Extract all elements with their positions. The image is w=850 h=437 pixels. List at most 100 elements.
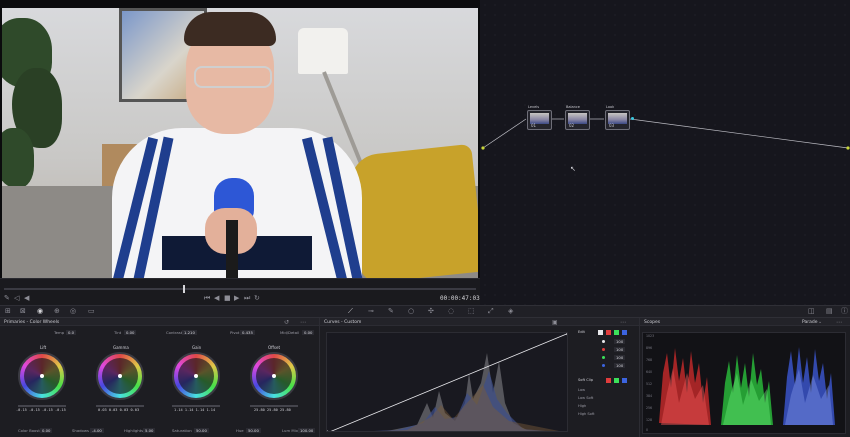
color-match-icon[interactable]: ⊠ bbox=[20, 308, 26, 315]
video-viewer[interactable] bbox=[0, 0, 480, 278]
node-output-port[interactable] bbox=[631, 117, 634, 120]
gain-values[interactable]: 1.14 1.14 1.14 1.14 bbox=[174, 408, 215, 412]
highlights-value[interactable]: 5.00 bbox=[143, 428, 156, 433]
rgb-mixer-icon[interactable]: ⊕ bbox=[54, 308, 60, 315]
wheel-center-handle[interactable] bbox=[194, 374, 198, 378]
parade-scope: 1023 896 768 640 512 384 256 128 0 bbox=[642, 332, 846, 434]
node-number: 01 bbox=[531, 123, 537, 128]
tracker-icon[interactable]: ✣ bbox=[428, 308, 434, 315]
tint-value[interactable]: 0.00 bbox=[124, 330, 137, 335]
go-to-end-icon[interactable]: ⏭ bbox=[244, 295, 250, 302]
saturation-value[interactable]: 50.00 bbox=[194, 428, 209, 433]
3d-icon[interactable]: ◈ bbox=[508, 308, 513, 315]
play-icon[interactable]: ▶ bbox=[234, 295, 239, 302]
lift-wheel[interactable] bbox=[18, 352, 66, 400]
playhead[interactable] bbox=[183, 285, 186, 293]
offset-wheel[interactable] bbox=[250, 352, 298, 400]
hue-value[interactable]: 50.00 bbox=[246, 428, 261, 433]
soft-clip-blue-swatch[interactable] bbox=[622, 378, 627, 383]
node-editor[interactable]: Levels 01 Balance 02 Look 03 ↖ bbox=[480, 0, 850, 305]
blur-icon[interactable]: ◌ bbox=[448, 308, 454, 315]
pen-icon[interactable]: ✎ bbox=[4, 295, 10, 302]
y-channel-value[interactable]: 100 bbox=[614, 339, 626, 344]
green-channel-swatch[interactable] bbox=[614, 330, 619, 335]
hue-label: Hue bbox=[236, 428, 244, 433]
contrast-value[interactable]: 1.210 bbox=[182, 330, 197, 335]
gain-master-slider[interactable] bbox=[172, 405, 220, 407]
scope-mode-select[interactable]: Parade bbox=[802, 320, 818, 325]
pivot-value[interactable]: 0.435 bbox=[240, 330, 255, 335]
lift-master-slider[interactable] bbox=[18, 405, 66, 407]
sizing-icon[interactable]: ⤢ bbox=[488, 308, 494, 315]
go-to-start-icon[interactable]: ⏮ bbox=[204, 295, 210, 302]
timecode: 00:00:47:03 bbox=[440, 295, 480, 302]
green-channel-value[interactable]: 100 bbox=[614, 355, 626, 360]
keyframes-icon[interactable]: ◫ bbox=[808, 308, 815, 315]
lift-label: Lift bbox=[40, 345, 47, 350]
soft-clip-red-swatch[interactable] bbox=[606, 378, 611, 383]
offset-master-slider[interactable] bbox=[250, 405, 298, 407]
curve-graph[interactable] bbox=[326, 332, 568, 432]
curve-options-icon[interactable]: ▣ bbox=[552, 319, 558, 326]
more-options-icon[interactable]: ⋯ bbox=[300, 319, 306, 326]
color-wheels-icon[interactable]: ◉ bbox=[37, 308, 43, 315]
shadows-value[interactable]: -4.00 bbox=[90, 428, 104, 433]
reset-icon[interactable]: ↺ bbox=[284, 319, 289, 326]
blue-channel-swatch[interactable] bbox=[622, 330, 627, 335]
red-channel-value[interactable]: 100 bbox=[614, 347, 626, 352]
more-options-icon[interactable]: ⋯ bbox=[620, 319, 626, 326]
offset-values[interactable]: 25.80 25.80 25.80 bbox=[254, 408, 291, 412]
color-boost-value[interactable]: 0.00 bbox=[40, 428, 53, 433]
camera-raw-icon[interactable]: ⊞ bbox=[5, 308, 11, 315]
temp-value[interactable]: 0.0 bbox=[66, 330, 77, 335]
scopes-icon[interactable]: ▤ bbox=[826, 308, 833, 315]
person-hair bbox=[184, 12, 276, 46]
mute-icon[interactable]: ◁ bbox=[14, 295, 19, 302]
red-channel-dot bbox=[602, 348, 605, 351]
lum-mix-value[interactable]: 100.00 bbox=[298, 428, 316, 433]
window-icon[interactable]: ○ bbox=[408, 308, 414, 315]
shadows-label: Shadows bbox=[72, 428, 89, 433]
scrub-bar[interactable] bbox=[4, 288, 476, 290]
node-look[interactable]: 03 bbox=[605, 110, 630, 130]
yellow-pillow bbox=[347, 143, 478, 278]
soft-clip-green-swatch[interactable] bbox=[614, 378, 619, 383]
mid-detail-value[interactable]: 0.00 bbox=[302, 330, 315, 335]
node-label: Levels bbox=[528, 105, 540, 109]
gamma-wheel[interactable] bbox=[96, 352, 144, 400]
tint-label: Tint bbox=[114, 330, 122, 335]
wheel-center-handle[interactable] bbox=[272, 374, 276, 378]
play-reverse-icon[interactable]: ◀ bbox=[214, 295, 219, 302]
gamma-values[interactable]: 0.03 0.03 0.03 0.03 bbox=[98, 408, 139, 412]
scope-scale-label: 896 bbox=[646, 346, 653, 350]
wheel-center-handle[interactable] bbox=[40, 374, 44, 378]
curves-panel: Curves - Custom ▣ ⋯ Edit 100 100 100 100… bbox=[320, 318, 640, 437]
scope-scale-label: 640 bbox=[646, 370, 653, 374]
gain-wheel[interactable] bbox=[172, 352, 220, 400]
loop-icon[interactable]: ↻ bbox=[254, 295, 260, 302]
y-channel-swatch[interactable] bbox=[598, 330, 603, 335]
info-icon[interactable]: ⓘ bbox=[841, 308, 848, 315]
speaker-icon[interactable]: ◀ bbox=[24, 295, 29, 302]
key-icon[interactable]: ⬚ bbox=[468, 308, 475, 315]
color-boost-label: Color Boost bbox=[18, 428, 40, 433]
stop-icon[interactable]: ■ bbox=[224, 295, 231, 302]
lift-values[interactable]: -0.15 -0.15 -0.15 -0.15 bbox=[16, 408, 66, 412]
motion-effects-icon[interactable]: ◎ bbox=[70, 308, 76, 315]
node-levels[interactable]: 01 bbox=[527, 110, 552, 130]
blue-channel-value[interactable]: 100 bbox=[614, 363, 626, 368]
color-warper-icon[interactable]: ⊸ bbox=[368, 308, 374, 315]
node-number: 02 bbox=[569, 123, 575, 128]
gamma-master-slider[interactable] bbox=[96, 405, 144, 407]
scope-scale-label: 256 bbox=[646, 406, 653, 410]
more-options-icon[interactable]: ⋯ bbox=[836, 319, 842, 326]
red-channel-swatch[interactable] bbox=[606, 330, 611, 335]
hdr-icon[interactable]: ▭ bbox=[88, 308, 95, 315]
chevron-down-icon[interactable]: ⌄ bbox=[818, 319, 822, 325]
node-balance[interactable]: 02 bbox=[565, 110, 590, 130]
qualifier-icon[interactable]: ✎ bbox=[388, 308, 394, 315]
soft-clip-low-label: Low bbox=[578, 388, 586, 392]
curves-icon[interactable]: ⟋ bbox=[348, 308, 353, 315]
wheel-center-handle[interactable] bbox=[118, 374, 122, 378]
microphone-handle bbox=[226, 220, 238, 278]
